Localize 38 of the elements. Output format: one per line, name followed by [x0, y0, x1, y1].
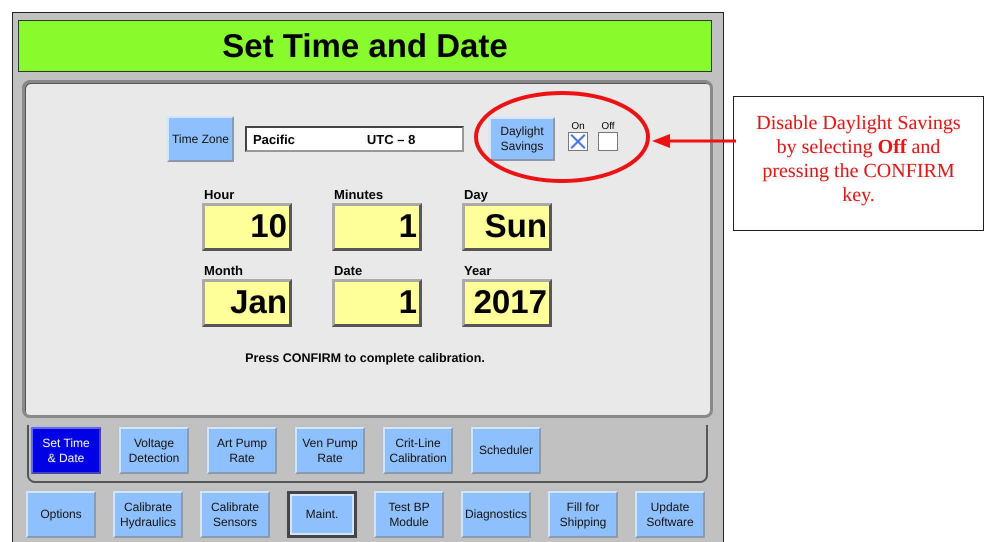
menu-tab[interactable]: Fill for Shipping [548, 491, 618, 538]
value-field[interactable]: Jan [202, 279, 292, 327]
tab-button[interactable]: Voltage Detection [119, 427, 189, 474]
value-field[interactable]: 1 [332, 203, 422, 251]
checkbox[interactable] [568, 132, 588, 151]
tab-button[interactable]: Set Time & Date [31, 427, 101, 474]
daylight-savings-button[interactable]: Daylight Savings [489, 117, 555, 161]
screen-title: Set Time and Date [18, 20, 712, 72]
value-field[interactable]: Sun [462, 203, 552, 251]
value-field[interactable]: 1 [332, 279, 422, 327]
option-label: On [571, 121, 585, 132]
field-label: Minutes [334, 187, 384, 203]
option-label: Off [601, 121, 615, 132]
zone-name: Pacific [253, 132, 295, 146]
tab-button[interactable]: Art Pump Rate [207, 427, 277, 474]
checkbox[interactable] [598, 132, 618, 151]
field-label: Month [204, 263, 244, 279]
tab-button[interactable]: Scheduler [471, 427, 541, 474]
time-zone-field[interactable]: Pacific UTC – 8 [245, 126, 464, 152]
menu-tab[interactable]: Calibrate Hydraulics [113, 491, 183, 538]
menu-tab[interactable]: Calibrate Sensors [200, 491, 270, 538]
menu-tab[interactable]: Diagnostics [461, 491, 531, 538]
value-field[interactable]: 10 [202, 203, 292, 251]
time-zone-button[interactable]: Time Zone [167, 116, 234, 162]
field-label: Day [464, 187, 489, 203]
annotation-callout: Disable Daylight Savings by selecting Off and pressing the CONFIRM key. [733, 96, 984, 231]
field-label: Year [464, 263, 492, 279]
menu-tab[interactable]: Update Software [635, 491, 705, 538]
instruction-text: Press CONFIRM to complete calibration. [244, 351, 486, 365]
tab-button[interactable]: Ven Pump Rate [295, 427, 365, 474]
menu-tab[interactable]: Test BP Module [374, 491, 444, 538]
value-field[interactable]: 2017 [462, 279, 552, 327]
field-label: Hour [204, 187, 236, 203]
tab-button[interactable]: Crit-Line Calibration [383, 427, 453, 474]
utc-offset: UTC – 8 [366, 132, 416, 146]
field-label: Date [334, 263, 364, 279]
menu-tab[interactable]: Maint. [287, 491, 357, 538]
menu-tab[interactable]: Options [26, 491, 96, 538]
